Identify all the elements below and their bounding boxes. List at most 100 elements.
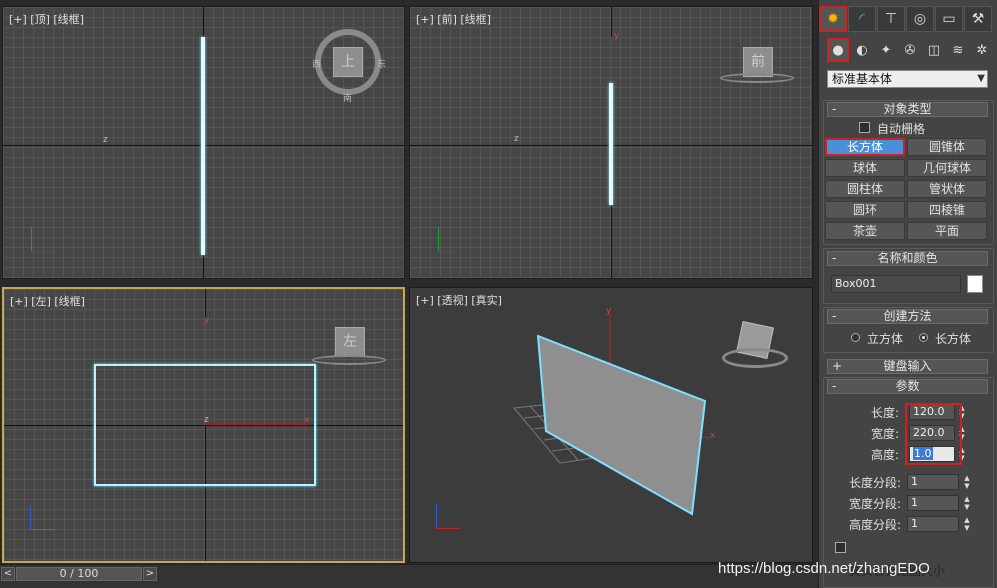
spacewarps-subtab[interactable]: ≋ <box>947 38 969 62</box>
params-highlight-box <box>905 403 962 465</box>
height-segs-spinner[interactable]: ▲ ▼ <box>962 516 972 532</box>
cylinder-button[interactable]: 圆柱体 <box>825 180 905 198</box>
motion-tab[interactable]: ◎ <box>906 6 934 32</box>
creation-method-title: 创建方法 <box>883 309 932 323</box>
viewcube-ring[interactable] <box>720 73 794 83</box>
creation-method-rollout-header[interactable]: - 创建方法 <box>827 309 988 324</box>
command-panel-tabs: ✹ ◜ ⊤ ◎ ▭ ⚒ <box>819 6 997 34</box>
viewport-left-label[interactable]: [+] [左] [线框] <box>10 293 85 309</box>
viewport-left[interactable]: [+] [左] [线框] y x z 左 <box>2 287 405 563</box>
axis-y-label: y <box>204 315 210 325</box>
length-label: 长度: <box>871 406 900 420</box>
watermark-text: https://blog.csdn.net/zhangEDO <box>718 560 930 577</box>
object-name-input[interactable]: Box001 <box>831 275 961 293</box>
lights-icon: ✦ <box>880 42 892 58</box>
width-label: 宽度: <box>871 427 900 441</box>
collapse-sign: - <box>832 102 837 116</box>
category-dropdown[interactable]: 标准基本体 ▼ <box>827 70 988 88</box>
systems-subtab[interactable]: ✲ <box>971 38 993 62</box>
viewport-front[interactable]: [+] [前] [线框] y z 前 <box>409 6 813 279</box>
box-radio[interactable] <box>919 333 928 342</box>
collapse-sign: - <box>832 309 837 323</box>
parameters-title: 参数 <box>895 379 920 393</box>
object-type-rollout-header[interactable]: - 对象类型 <box>827 102 988 117</box>
box-edge-wire[interactable] <box>201 37 205 255</box>
helpers-subtab[interactable]: ◫ <box>923 38 945 62</box>
parameters-rollout-header[interactable]: - 参数 <box>827 379 988 394</box>
tube-button[interactable]: 管状体 <box>907 180 987 198</box>
modify-tab[interactable]: ◜ <box>848 6 876 32</box>
object-color-swatch[interactable] <box>967 275 983 293</box>
geometry-icon: ● <box>832 42 844 58</box>
height-segs-label: 高度分段: <box>849 518 902 532</box>
viewport-top[interactable]: [+] [顶] [线框] z 上 西 东 南 <box>2 6 405 279</box>
name-color-rollout-header[interactable]: - 名称和颜色 <box>827 251 988 266</box>
timeline-prev-button[interactable]: < <box>1 567 15 581</box>
cone-button[interactable]: 圆锥体 <box>907 138 987 156</box>
cube-radio-label: 立方体 <box>867 332 904 346</box>
helpers-icon: ◫ <box>927 42 941 58</box>
height-label: 高度: <box>871 448 900 462</box>
chevron-down-icon: ▼ <box>977 73 985 84</box>
box-button[interactable]: 长方体 <box>825 138 905 156</box>
axis-gizmo <box>26 503 56 533</box>
viewport-perspective[interactable]: [+] [透视] [真实] y x <box>409 287 813 563</box>
axis-y-label: y <box>614 31 620 41</box>
shapes-subtab[interactable]: ◐ <box>851 38 873 62</box>
cube-radio[interactable] <box>851 333 860 342</box>
keyboard-entry-title: 键盘输入 <box>883 359 932 373</box>
axis-y-label: y <box>606 306 612 316</box>
sphere-button[interactable]: 球体 <box>825 159 905 177</box>
viewcube-ring[interactable] <box>722 348 788 368</box>
lights-subtab[interactable]: ✦ <box>875 38 897 62</box>
category-dropdown-value: 标准基本体 <box>832 72 893 86</box>
length-segs-input[interactable]: 1 <box>907 474 959 490</box>
collapse-sign: - <box>832 251 837 265</box>
timeline-next-button[interactable]: > <box>143 567 157 581</box>
realworld-checkbox[interactable] <box>835 542 846 553</box>
axis-gizmo <box>436 225 466 255</box>
autogrid-checkbox[interactable] <box>859 122 870 133</box>
viewcube-ring[interactable] <box>312 355 386 365</box>
axis-gizmo <box>432 502 462 532</box>
width-segs-label: 宽度分段: <box>849 497 902 511</box>
box-plane <box>536 334 707 516</box>
display-icon: ▭ <box>942 11 956 27</box>
teapot-button[interactable]: 茶壶 <box>825 222 905 240</box>
create-subtabs: ● ◐ ✦ ✇ ◫ ≋ ✲ <box>819 38 997 66</box>
utilities-tab[interactable]: ⚒ <box>964 6 992 32</box>
command-panel: ✹ ◜ ⊤ ◎ ▭ ⚒ ● ◐ ✦ ✇ ◫ ≋ ✲ 标准基本体 ▼ - 对象类型… <box>818 0 997 588</box>
viewcube[interactable]: 左 <box>335 327 365 357</box>
create-icon: ✹ <box>827 11 839 27</box>
timeline-bar: < 0 / 100 > <box>0 564 818 588</box>
motion-icon: ◎ <box>913 11 927 27</box>
spacewarps-icon: ≋ <box>952 42 964 58</box>
box-edge-wire[interactable] <box>609 83 613 205</box>
object-type-title: 对象类型 <box>883 102 932 116</box>
viewport-top-label[interactable]: [+] [顶] [线框] <box>9 11 84 27</box>
box-wireframe[interactable] <box>94 364 316 486</box>
time-slider[interactable]: 0 / 100 <box>16 567 142 581</box>
modify-icon: ◜ <box>859 11 865 27</box>
cameras-subtab[interactable]: ✇ <box>899 38 921 62</box>
torus-button[interactable]: 圆环 <box>825 201 905 219</box>
create-tab[interactable]: ✹ <box>819 6 847 32</box>
pyramid-button[interactable]: 四棱锥 <box>907 201 987 219</box>
systems-icon: ✲ <box>976 42 988 58</box>
name-color-title: 名称和颜色 <box>877 251 938 265</box>
viewcube[interactable]: 上 <box>333 47 363 77</box>
expand-sign: + <box>832 359 843 373</box>
keyboard-entry-rollout-header[interactable]: + 键盘输入 <box>827 359 988 374</box>
geometry-subtab[interactable]: ● <box>827 38 849 62</box>
display-tab[interactable]: ▭ <box>935 6 963 32</box>
axis-z-label: z <box>514 134 519 144</box>
width-segs-input[interactable]: 1 <box>907 495 959 511</box>
hierarchy-tab[interactable]: ⊤ <box>877 6 905 32</box>
plane-button[interactable]: 平面 <box>907 222 987 240</box>
height-segs-input[interactable]: 1 <box>907 516 959 532</box>
geosphere-button[interactable]: 几何球体 <box>907 159 987 177</box>
axis-gizmo <box>29 225 59 255</box>
length-segs-spinner[interactable]: ▲ ▼ <box>962 474 972 490</box>
width-segs-spinner[interactable]: ▲ ▼ <box>962 495 972 511</box>
viewport-front-label[interactable]: [+] [前] [线框] <box>416 11 491 27</box>
